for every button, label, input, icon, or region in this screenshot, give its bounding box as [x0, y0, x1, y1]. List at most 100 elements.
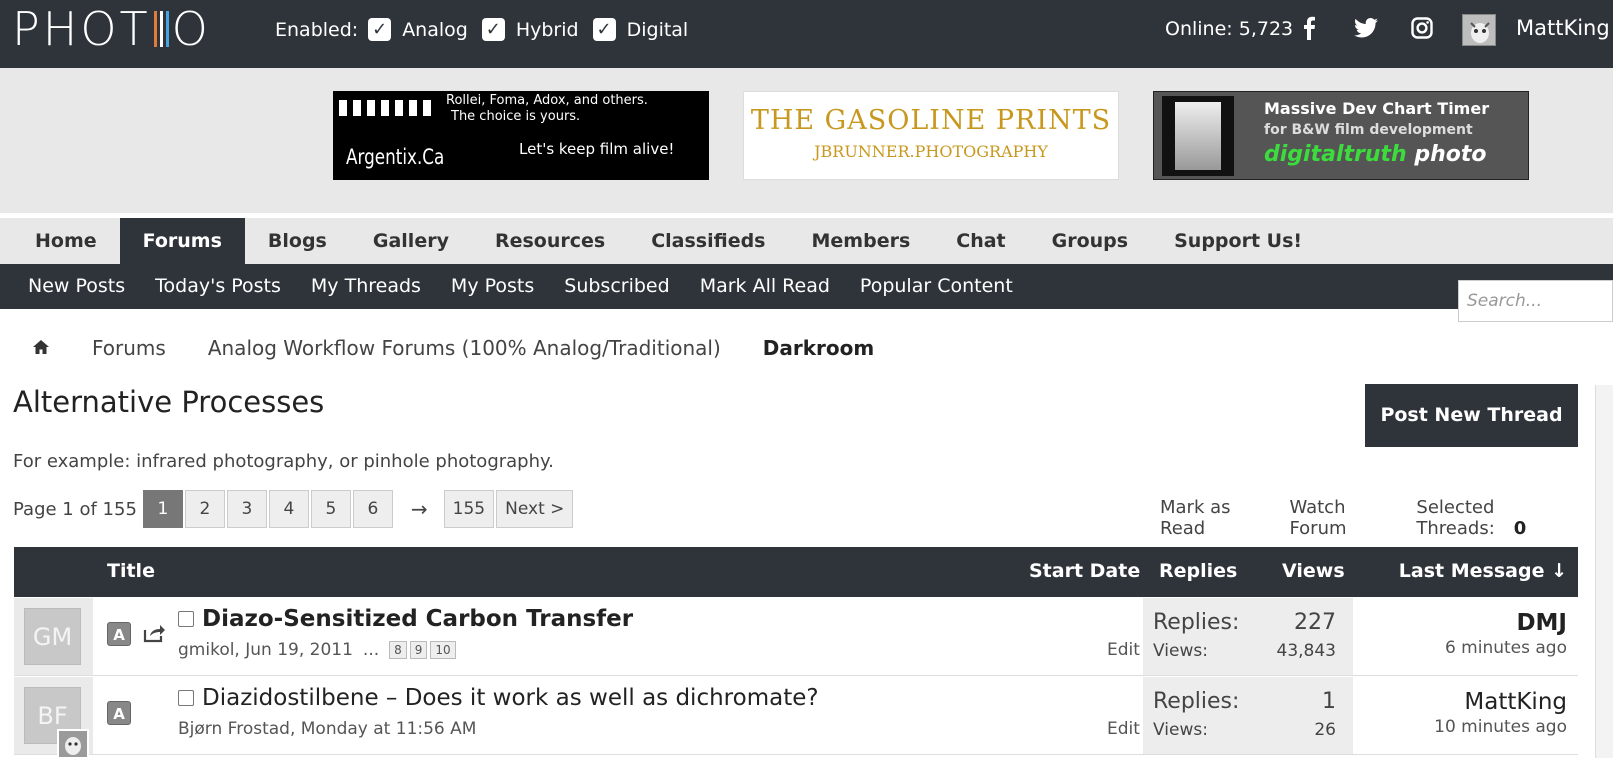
film-strip-graphic	[339, 100, 431, 116]
views-count: 26	[1314, 720, 1336, 740]
ad-subtitle: JBRUNNER.PHOTOGRAPHY	[814, 142, 1048, 161]
breadcrumb-forums[interactable]: Forums	[92, 336, 166, 360]
subnav-new-posts[interactable]: New Posts	[0, 264, 140, 309]
filter-analog[interactable]: ✓ Analog	[368, 18, 468, 41]
ad-gasoline-prints[interactable]: THE GASOLINE PRINTS JBRUNNER.PHOTOGRAPHY	[743, 91, 1119, 180]
nav-resources[interactable]: Resources	[472, 218, 628, 264]
search-input[interactable]: Search...	[1458, 280, 1613, 322]
breadcrumb-analog-workflow[interactable]: Analog Workflow Forums (100% Analog/Trad…	[208, 336, 721, 360]
thread-page-link[interactable]: 9	[409, 641, 428, 659]
ad-brand-part: photo	[1414, 142, 1487, 167]
forum-description: For example: infrared photography, or pi…	[13, 451, 554, 472]
last-post-time[interactable]: 6 minutes ago	[1445, 638, 1567, 658]
page-label: Page 1 of 155	[13, 498, 137, 520]
avatar[interactable]: GM	[24, 608, 81, 665]
avatar-cell: GM	[14, 598, 93, 675]
page-link[interactable]: 4	[268, 490, 309, 528]
username-link[interactable]: MattKing	[1516, 16, 1610, 40]
thread-title-link[interactable]: Diazidostilbene – Does it work as well a…	[202, 685, 819, 711]
page-link-last[interactable]: 155	[443, 490, 495, 528]
last-poster-avatar[interactable]	[57, 729, 89, 759]
ad-digitaltruth[interactable]: Massive Dev Chart Timer for B&W film dev…	[1153, 91, 1529, 180]
ad-brand: Argentix.Ca	[346, 145, 445, 169]
site-logo[interactable]: PHOT O	[12, 2, 211, 56]
subnav-my-posts[interactable]: My Posts	[436, 264, 549, 309]
ad-brand-part: digitaltruth	[1264, 142, 1407, 167]
replies-count: 227	[1294, 610, 1336, 635]
thread-meta: Bjørn Frostad, Monday at 11:56 AM	[178, 719, 476, 739]
instagram-icon[interactable]	[1408, 14, 1436, 42]
last-post-time[interactable]: 10 minutes ago	[1434, 717, 1567, 737]
subnav-todays-posts[interactable]: Today's Posts	[140, 264, 296, 309]
author-date[interactable]: Bjørn Frostad, Monday at 11:56 AM	[178, 719, 476, 739]
thread-page-link[interactable]: 8	[389, 641, 407, 659]
nav-home[interactable]: Home	[0, 218, 120, 264]
nav-forums[interactable]: Forums	[119, 218, 245, 264]
check-icon[interactable]: ✓	[592, 18, 616, 41]
edit-link[interactable]: Edit	[1107, 640, 1140, 660]
col-views[interactable]: Views	[1282, 560, 1345, 582]
film-frame-graphic	[1162, 96, 1234, 176]
views-label: Views:	[1153, 720, 1208, 740]
page-link[interactable]: 2	[184, 490, 225, 528]
replies-label: Replies:	[1153, 689, 1240, 714]
share-icon[interactable]	[142, 622, 168, 646]
twitter-icon[interactable]	[1352, 14, 1380, 42]
col-title[interactable]: Title	[107, 560, 155, 582]
replies-count: 1	[1322, 689, 1336, 714]
check-icon[interactable]: ✓	[481, 18, 505, 41]
edit-link[interactable]: Edit	[1107, 719, 1140, 739]
thread-title-link[interactable]: Diazo-Sensitized Carbon Transfer	[202, 606, 633, 632]
filter-digital[interactable]: ✓ Digital	[592, 18, 688, 41]
col-start-date[interactable]: Start Date	[1029, 560, 1140, 582]
nav-members[interactable]: Members	[789, 218, 934, 264]
subnav-popular-content[interactable]: Popular Content	[845, 264, 1028, 309]
col-replies[interactable]: Replies	[1159, 560, 1237, 582]
ad-argentix[interactable]: Rollei, Foma, Adox, and others. The choi…	[333, 91, 709, 180]
main-nav: Home Forums Blogs Gallery Resources Clas…	[0, 218, 1613, 264]
views-count: 43,843	[1276, 641, 1336, 661]
last-poster-link[interactable]: DMJ	[1445, 610, 1567, 636]
page-ellipsis: ...	[362, 640, 380, 660]
ad-title: THE GASOLINE PRINTS	[750, 105, 1112, 136]
selected-threads-count: 0	[1513, 518, 1527, 539]
facebook-icon[interactable]	[1295, 14, 1323, 42]
page-link[interactable]: 1	[142, 490, 183, 528]
thread-checkbox[interactable]	[178, 611, 194, 627]
next-page-link[interactable]: Next >	[496, 490, 574, 528]
subnav-subscribed[interactable]: Subscribed	[549, 264, 684, 309]
page-link[interactable]: 3	[226, 490, 267, 528]
filter-hybrid[interactable]: ✓ Hybrid	[481, 18, 579, 41]
home-icon[interactable]	[32, 336, 50, 360]
watch-forum-link[interactable]: Watch Forum	[1289, 497, 1401, 539]
col-last-message[interactable]: Last Message ↓	[1399, 560, 1567, 582]
filter-label: Hybrid	[515, 18, 579, 41]
author-date[interactable]: gmikol, Jun 19, 2011	[178, 640, 353, 660]
thread-checkbox[interactable]	[178, 690, 194, 706]
page-link[interactable]: 6	[352, 490, 393, 528]
format-filter: Enabled: ✓ Analog ✓ Hybrid ✓ Digital	[275, 18, 702, 41]
thread-table-header: Title Start Date Replies Views Last Mess…	[14, 547, 1578, 597]
user-avatar[interactable]	[1462, 14, 1496, 46]
subnav-my-threads[interactable]: My Threads	[296, 264, 436, 309]
nav-blogs[interactable]: Blogs	[245, 218, 350, 264]
breadcrumb-darkroom[interactable]: Darkroom	[763, 336, 874, 360]
last-poster-link[interactable]: MattKing	[1434, 689, 1567, 715]
table-row: BF A Diazidostilbene – Does it work as w…	[14, 677, 1578, 759]
page-link[interactable]: 5	[310, 490, 351, 528]
subnav-mark-all-read[interactable]: Mark All Read	[685, 264, 845, 309]
nav-support-us[interactable]: Support Us!	[1151, 218, 1325, 264]
logo-text-left: PHOT	[12, 2, 151, 56]
mark-as-read-link[interactable]: Mark as Read	[1160, 497, 1274, 539]
ad-brand: digitaltruth photo	[1264, 142, 1487, 167]
replies-label: Replies:	[1153, 610, 1240, 635]
check-icon[interactable]: ✓	[368, 18, 392, 41]
nav-gallery[interactable]: Gallery	[350, 218, 472, 264]
nav-groups[interactable]: Groups	[1029, 218, 1151, 264]
nav-classifieds[interactable]: Classifieds	[628, 218, 788, 264]
thread-page-link[interactable]: 10	[430, 641, 456, 659]
post-new-thread-button[interactable]: Post New Thread	[1365, 384, 1578, 447]
page-title: Alternative Processes	[13, 385, 325, 419]
nav-chat[interactable]: Chat	[933, 218, 1028, 264]
analog-badge: A	[107, 622, 131, 646]
